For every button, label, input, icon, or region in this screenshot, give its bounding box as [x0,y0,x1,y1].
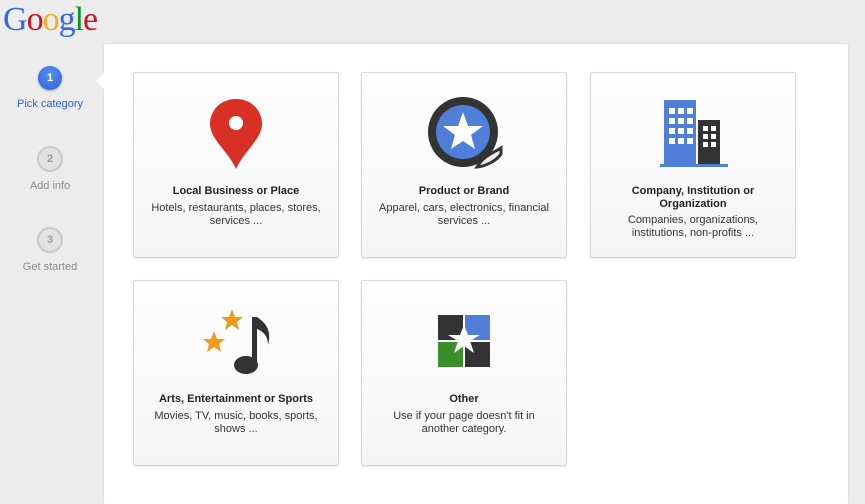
category-panel: Local Business or Place Hotels, restaura… [96,44,848,504]
card-description: Movies, TV, music, books, sports, shows … [154,410,318,435]
category-card-arts-entertainment[interactable]: Arts, Entertainment or Sports Movies, TV… [133,280,339,466]
category-card-company[interactable]: Company, Institution or Organization Com… [590,72,796,258]
logo-letter: l [74,1,85,38]
music-note-stars-icon [196,301,276,381]
step-label: Get started [22,261,78,273]
puzzle-icon [424,301,504,381]
logo-letter: o [26,1,44,38]
step-get-started: 3 Get started [0,227,100,273]
category-card-local-business[interactable]: Local Business or Place Hotels, restaura… [133,72,339,258]
step-pick-category[interactable]: 1 Pick category [0,66,100,110]
card-description: Apparel, cars, electronics, financial se… [379,202,549,227]
logo-letter: G [3,1,28,38]
step-number: 1 [38,66,62,90]
logo-letter: e [83,1,98,38]
card-title: Arts, Entertainment or Sports [158,393,314,405]
panel-pointer [96,72,105,90]
logo-letter: g [58,1,76,38]
step-add-info: 2 Add info [0,146,100,192]
step-number: 3 [37,227,63,253]
card-title: Company, Institution or Organization [631,185,755,210]
card-description: Use if your page doesn't fit in another … [393,410,535,435]
step-label: Pick category [16,98,84,110]
star-sticker-icon [424,93,504,173]
logo-letter: o [42,1,60,38]
card-title: Other [449,393,479,405]
category-card-other[interactable]: Other Use if your page doesn't fit in an… [361,280,567,466]
card-description: Hotels, restaurants, places, stores, ser… [151,202,321,227]
card-description: Companies, organizations, institutions, … [627,214,759,239]
category-card-product-brand[interactable]: Product or Brand Apparel, cars, electron… [361,72,567,258]
google-logo[interactable]: Google [3,0,98,40]
step-number: 2 [37,146,63,172]
buildings-icon [653,93,733,173]
map-pin-icon [196,93,276,173]
step-label: Add info [29,180,71,192]
card-title: Product or Brand [418,185,510,197]
card-title: Local Business or Place [172,185,300,197]
